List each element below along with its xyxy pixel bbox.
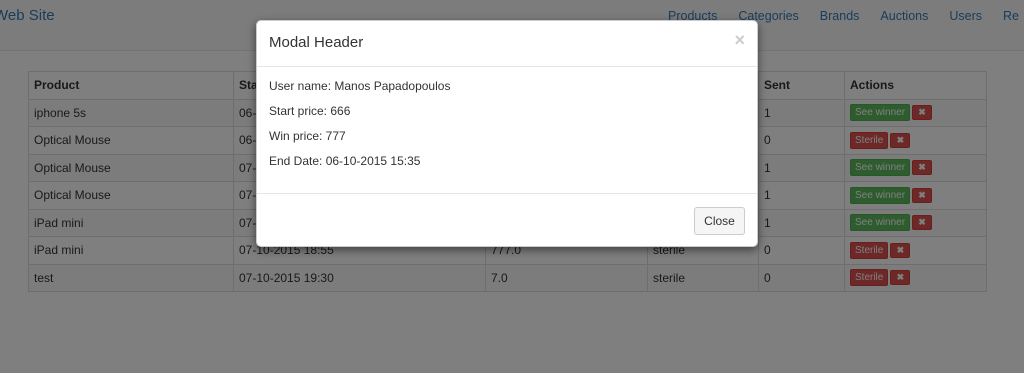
modal-footer: Close (257, 194, 757, 246)
winner-modal: Modal Header × User name: Manos Papadopo… (256, 20, 758, 247)
winner-win-price: Win price: 777 (269, 129, 346, 143)
modal-title: Modal Header (269, 34, 364, 51)
winner-end-date: End Date: 06-10-2015 15:35 (269, 154, 421, 168)
modal-header: Modal Header × (257, 21, 757, 67)
close-button[interactable]: Close (694, 207, 745, 235)
modal-body: User name: Manos Papadopoulos Start pric… (257, 67, 757, 194)
winner-user-name: User name: Manos Papadopoulos (269, 79, 451, 93)
winner-start-price: Start price: 666 (269, 104, 351, 118)
close-icon[interactable]: × (734, 30, 745, 51)
